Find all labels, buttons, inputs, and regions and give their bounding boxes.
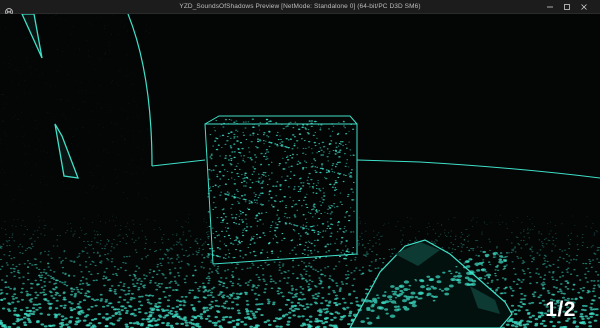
window-titlebar[interactable]: YZD_SoundsOfShadows Preview [NetMode: St…	[0, 0, 600, 16]
minimize-icon	[546, 6, 553, 8]
window-controls	[541, 0, 592, 14]
game-window: YZD_SoundsOfShadows Preview [NetMode: St…	[0, 0, 600, 328]
ammo-counter: 1/2	[545, 298, 576, 321]
window-title: YZD_SoundsOfShadows Preview [NetMode: St…	[179, 3, 421, 10]
close-icon	[580, 4, 587, 10]
close-button[interactable]	[575, 0, 592, 14]
minimize-button[interactable]	[541, 0, 558, 14]
speckled-cube	[204, 115, 358, 265]
game-viewport[interactable]: 1/2	[0, 14, 600, 328]
maximize-button[interactable]	[558, 0, 575, 14]
game-scene	[0, 14, 600, 328]
maximize-icon	[563, 4, 570, 10]
